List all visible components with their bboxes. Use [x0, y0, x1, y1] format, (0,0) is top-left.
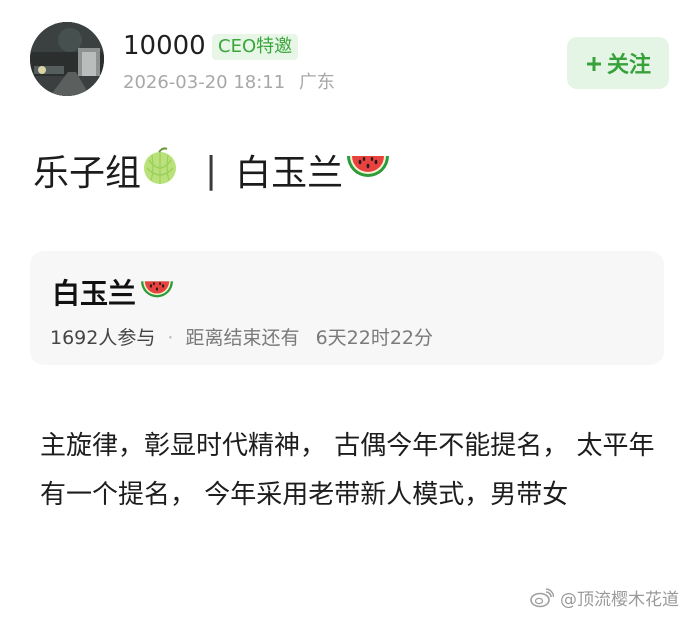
- watermelon-icon: [343, 146, 393, 195]
- melon-icon: [141, 146, 179, 195]
- avatar-image: [30, 22, 104, 96]
- follow-label: 关注: [606, 53, 651, 78]
- poll-remaining-label: 距离结束还有: [185, 327, 300, 349]
- poll-remaining-value: 6天22时22分: [315, 327, 434, 349]
- post-title: 乐子组 | 白玉兰: [33, 144, 393, 196]
- watermark-text: @顶流樱木花道: [560, 590, 679, 610]
- poll-title: 白玉兰: [52, 271, 176, 313]
- follow-button[interactable]: 关注: [567, 37, 669, 89]
- post-meta: 2026-03-20 18:11 广东: [123, 71, 335, 95]
- plus-icon: [585, 54, 603, 72]
- ceo-badge: CEO特邀: [212, 34, 299, 60]
- poll-meta: 1692人参与 · 距离结束还有 6天22时22分: [50, 325, 433, 351]
- poll-title-text: 白玉兰: [52, 277, 137, 310]
- post-location: 广东: [298, 72, 335, 93]
- avatar[interactable]: [30, 22, 104, 96]
- title-left: 乐子组: [33, 153, 142, 194]
- poll-card[interactable]: 白玉兰 1692人参与 · 距离结束还有 6天22时22分: [30, 251, 664, 365]
- watermark: @顶流樱木花道: [530, 585, 679, 610]
- title-right: 白玉兰: [235, 153, 344, 194]
- watermelon-icon: [138, 273, 176, 312]
- weibo-logo-icon: [530, 587, 555, 608]
- title-separator: |: [205, 149, 218, 191]
- post-body: 主旋律，彰显时代精神， 古偶今年不能提名， 太平年有一个提名， 今年采用老带新人…: [40, 431, 655, 510]
- username[interactable]: 10000: [123, 30, 206, 62]
- post-timestamp: 2026-03-20 18:11: [123, 72, 286, 93]
- poll-participants: 1692人参与: [50, 327, 156, 349]
- poll-dot-separator: ·: [167, 327, 174, 349]
